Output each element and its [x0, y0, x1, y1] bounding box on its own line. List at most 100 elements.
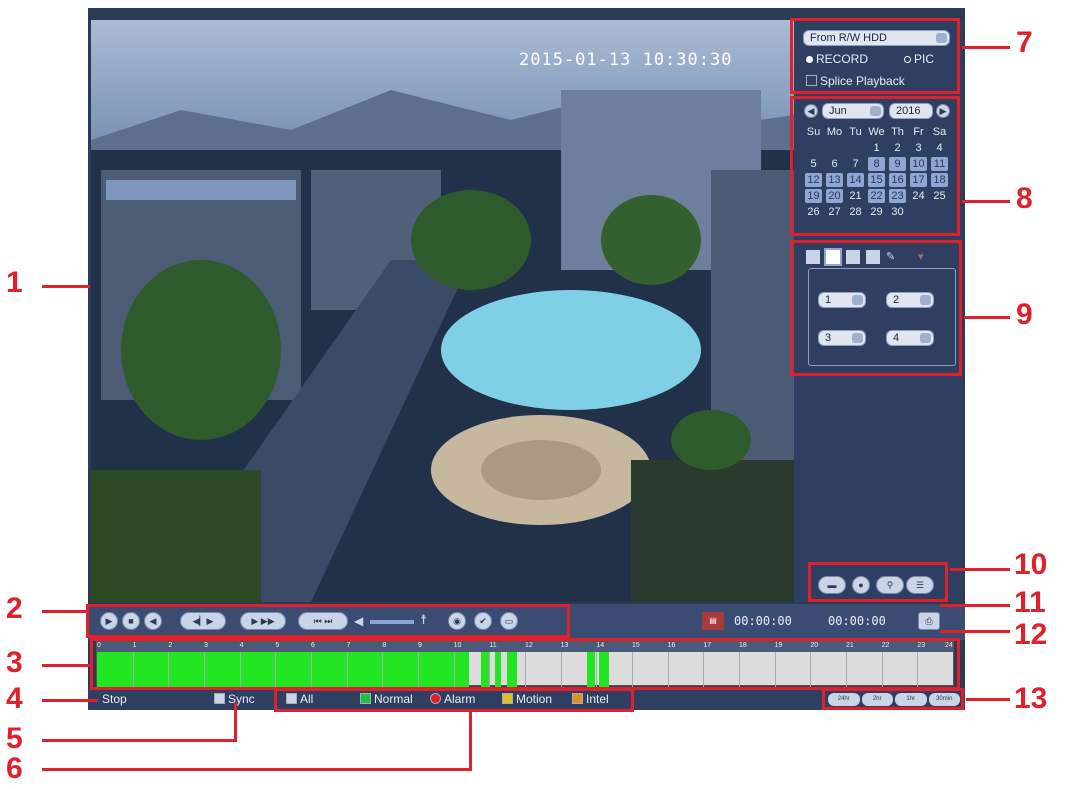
- video-playback-area[interactable]: 2015-01-13 10:30:30: [91, 20, 794, 602]
- calendar-day[interactable]: 5: [803, 156, 824, 172]
- next-month-icon[interactable]: ▶: [936, 104, 950, 118]
- record-radio[interactable]: RECORD: [806, 52, 868, 66]
- split-mode-tabs: ✎ ▾: [806, 248, 956, 268]
- calendar-day[interactable]: 27: [824, 204, 845, 220]
- checkbox-checked-icon: [502, 693, 513, 704]
- callout-line-5: [42, 739, 237, 742]
- list-icon[interactable]: ☰: [906, 576, 934, 594]
- calendar-day[interactable]: 21: [845, 188, 866, 204]
- source-select[interactable]: From R/W HDD: [803, 30, 950, 46]
- timeline-bar[interactable]: 0 1 2 3 4 5 6 7 8 9 10 11 12 13 14 15 16 17 18 19 20 21 22 23 24: [96, 641, 954, 687]
- mark-icon[interactable]: ●: [852, 576, 870, 594]
- filter-normal-checkbox[interactable]: Normal: [360, 692, 413, 706]
- calendar-day[interactable]: 17: [910, 173, 927, 187]
- person-icon[interactable]: ☨: [420, 612, 427, 628]
- channel-select-4[interactable]: 4: [886, 330, 934, 346]
- filter-all-checkbox[interactable]: All: [286, 692, 313, 706]
- calendar-day[interactable]: 20: [826, 189, 843, 203]
- zoom-30min[interactable]: 30min: [928, 693, 960, 706]
- splice-playback-label: Splice Playback: [820, 74, 905, 88]
- year-select[interactable]: 2016: [889, 103, 933, 119]
- slow-play-icon[interactable]: ◀▏▶: [180, 612, 226, 630]
- callout-number-13: 13: [1014, 682, 1048, 715]
- save-clip-icon[interactable]: ⎙: [918, 612, 940, 630]
- timeline-tick: [846, 652, 847, 687]
- filter-alarm-checkbox[interactable]: Alarm: [430, 692, 475, 706]
- clip-icon[interactable]: ▭: [500, 612, 518, 630]
- tag-icon[interactable]: ✔: [474, 612, 492, 630]
- calendar-day[interactable]: 3: [908, 140, 929, 156]
- split-4-icon[interactable]: [824, 248, 842, 266]
- channel-select-1[interactable]: 1: [818, 292, 866, 308]
- calendar-day[interactable]: 4: [929, 140, 950, 156]
- stop-icon[interactable]: ■: [122, 612, 140, 630]
- backup-icon[interactable]: ▤: [702, 612, 724, 630]
- timeline-tick: [453, 652, 455, 687]
- timeline-hour-label: 15: [632, 642, 640, 649]
- zoom-24hr[interactable]: 24hr: [828, 693, 860, 706]
- weekday-label: Fr: [913, 126, 924, 138]
- calendar-day[interactable]: 15: [868, 173, 885, 187]
- pen-icon[interactable]: ✎: [886, 250, 900, 264]
- channel-select-3[interactable]: 3: [818, 330, 866, 346]
- channel-select-2[interactable]: 2: [886, 292, 934, 308]
- zoom-1hr[interactable]: 1hr: [895, 693, 927, 706]
- calendar-day: [803, 140, 824, 156]
- volume-slider[interactable]: [370, 620, 414, 624]
- callout-line-1: [42, 285, 90, 288]
- prev-month-icon[interactable]: ◀: [804, 104, 818, 118]
- calendar-day[interactable]: 23: [889, 189, 906, 203]
- calendar-day[interactable]: 14: [847, 173, 864, 187]
- calendar-day[interactable]: 12: [805, 173, 822, 187]
- split-16-icon[interactable]: [866, 250, 880, 264]
- filter-intel-checkbox[interactable]: Intel: [572, 692, 609, 706]
- calendar-day[interactable]: 10: [910, 157, 927, 171]
- pic-radio[interactable]: PIC: [904, 52, 934, 66]
- calendar-day[interactable]: 2: [887, 140, 908, 156]
- calendar-day[interactable]: 22: [868, 189, 885, 203]
- weekday-label: Sa: [932, 126, 947, 138]
- calendar-day[interactable]: 28: [845, 204, 866, 220]
- timeline-record-segment: [495, 652, 501, 687]
- callout-line-12: [940, 630, 1010, 633]
- record-snapshot-icon[interactable]: ◉: [448, 612, 466, 630]
- filter-motion-label: Motion: [516, 692, 553, 706]
- filter-motion-checkbox[interactable]: Motion: [502, 692, 552, 706]
- calendar-day: [824, 140, 845, 156]
- channel-value: 2: [893, 294, 900, 306]
- calendar-day[interactable]: 1: [866, 140, 887, 156]
- calendar-day[interactable]: 29: [866, 204, 887, 220]
- calendar-day[interactable]: 25: [929, 188, 950, 204]
- zoom-2hr[interactable]: 2hr: [861, 693, 893, 706]
- calendar-day[interactable]: 19: [805, 189, 822, 203]
- calendar-day[interactable]: 16: [889, 173, 906, 187]
- callout-line-8: [962, 200, 1010, 203]
- trash-icon[interactable]: ▾: [918, 250, 932, 264]
- play-backward-icon[interactable]: ◀: [144, 612, 162, 630]
- fast-play-icon[interactable]: ▶ ▶▶: [240, 612, 286, 630]
- play-icon[interactable]: ▶: [100, 612, 118, 630]
- calendar-day[interactable]: 6: [824, 156, 845, 172]
- split-1-icon[interactable]: [806, 250, 820, 264]
- calendar-day[interactable]: 30: [887, 204, 908, 220]
- calendar-day[interactable]: 9: [889, 157, 906, 171]
- search-camera-icon[interactable]: ⚲: [876, 576, 904, 594]
- splice-playback-checkbox[interactable]: Splice Playback: [806, 74, 905, 88]
- timeline-hour-label: 20: [810, 642, 819, 649]
- weekday-label: Mo: [826, 126, 843, 138]
- month-select[interactable]: Jun: [822, 103, 884, 119]
- file-list-icon[interactable]: ▬: [818, 576, 846, 594]
- timeline-zoom-options: 24hr 2hr 1hr 30min: [828, 693, 960, 706]
- pic-radio-label: PIC: [914, 52, 935, 66]
- calendar-day[interactable]: 26: [803, 204, 824, 220]
- split-9-icon[interactable]: [846, 250, 860, 264]
- calendar-day[interactable]: 8: [868, 157, 885, 171]
- prev-next-frame-icon[interactable]: ⏮ ⏭: [298, 612, 348, 630]
- callout-number-6: 6: [6, 752, 23, 785]
- filter-intel-label: Intel: [586, 692, 609, 706]
- calendar-day[interactable]: 13: [826, 173, 843, 187]
- calendar-day[interactable]: 18: [931, 173, 948, 187]
- calendar-day[interactable]: 7: [845, 156, 866, 172]
- calendar-day[interactable]: 24: [908, 188, 929, 204]
- calendar-day[interactable]: 11: [931, 157, 948, 171]
